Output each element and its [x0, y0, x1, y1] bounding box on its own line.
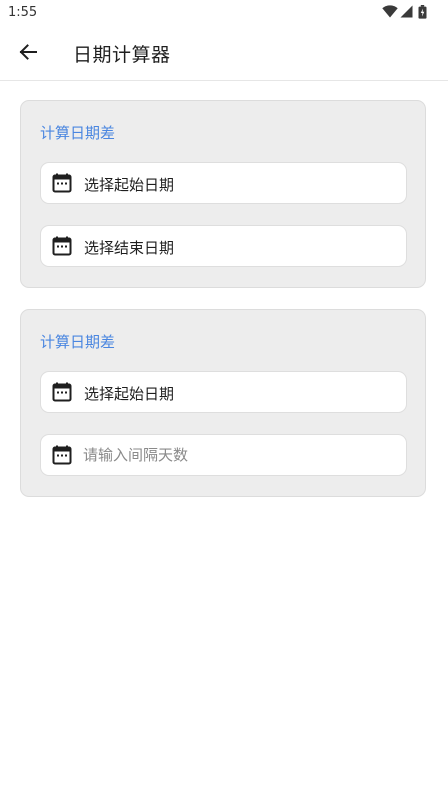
end-date-label: 选择结束日期 — [84, 239, 175, 257]
back-button[interactable] — [12, 36, 44, 68]
wifi-icon — [382, 5, 398, 18]
date-offset-card: 计算日期差 选择起始日期 — [20, 309, 426, 497]
interval-days-field[interactable] — [40, 434, 407, 476]
arrow-left-icon — [19, 44, 37, 60]
start-date-picker[interactable]: 选择起始日期 — [40, 371, 407, 413]
status-time: 1:55 — [8, 5, 38, 20]
status-bar: 1:55 — [0, 0, 448, 26]
signal-icon — [400, 5, 413, 18]
calendar-icon — [52, 236, 72, 256]
calendar-icon — [52, 173, 72, 193]
status-icons — [382, 5, 430, 19]
card-title: 计算日期差 — [40, 124, 116, 142]
date-difference-card: 计算日期差 选择起始日期 选择结束日期 — [20, 100, 426, 288]
calendar-icon — [52, 445, 72, 465]
battery-icon — [418, 5, 427, 19]
interval-days-input[interactable] — [83, 443, 383, 467]
end-date-picker[interactable]: 选择结束日期 — [40, 225, 407, 267]
start-date-label: 选择起始日期 — [84, 385, 175, 403]
calendar-icon — [52, 382, 72, 402]
card-title: 计算日期差 — [40, 333, 116, 351]
start-date-label: 选择起始日期 — [84, 176, 175, 194]
start-date-picker[interactable]: 选择起始日期 — [40, 162, 407, 204]
app-bar: 日期计算器 — [0, 26, 448, 81]
page-title: 日期计算器 — [73, 44, 171, 66]
